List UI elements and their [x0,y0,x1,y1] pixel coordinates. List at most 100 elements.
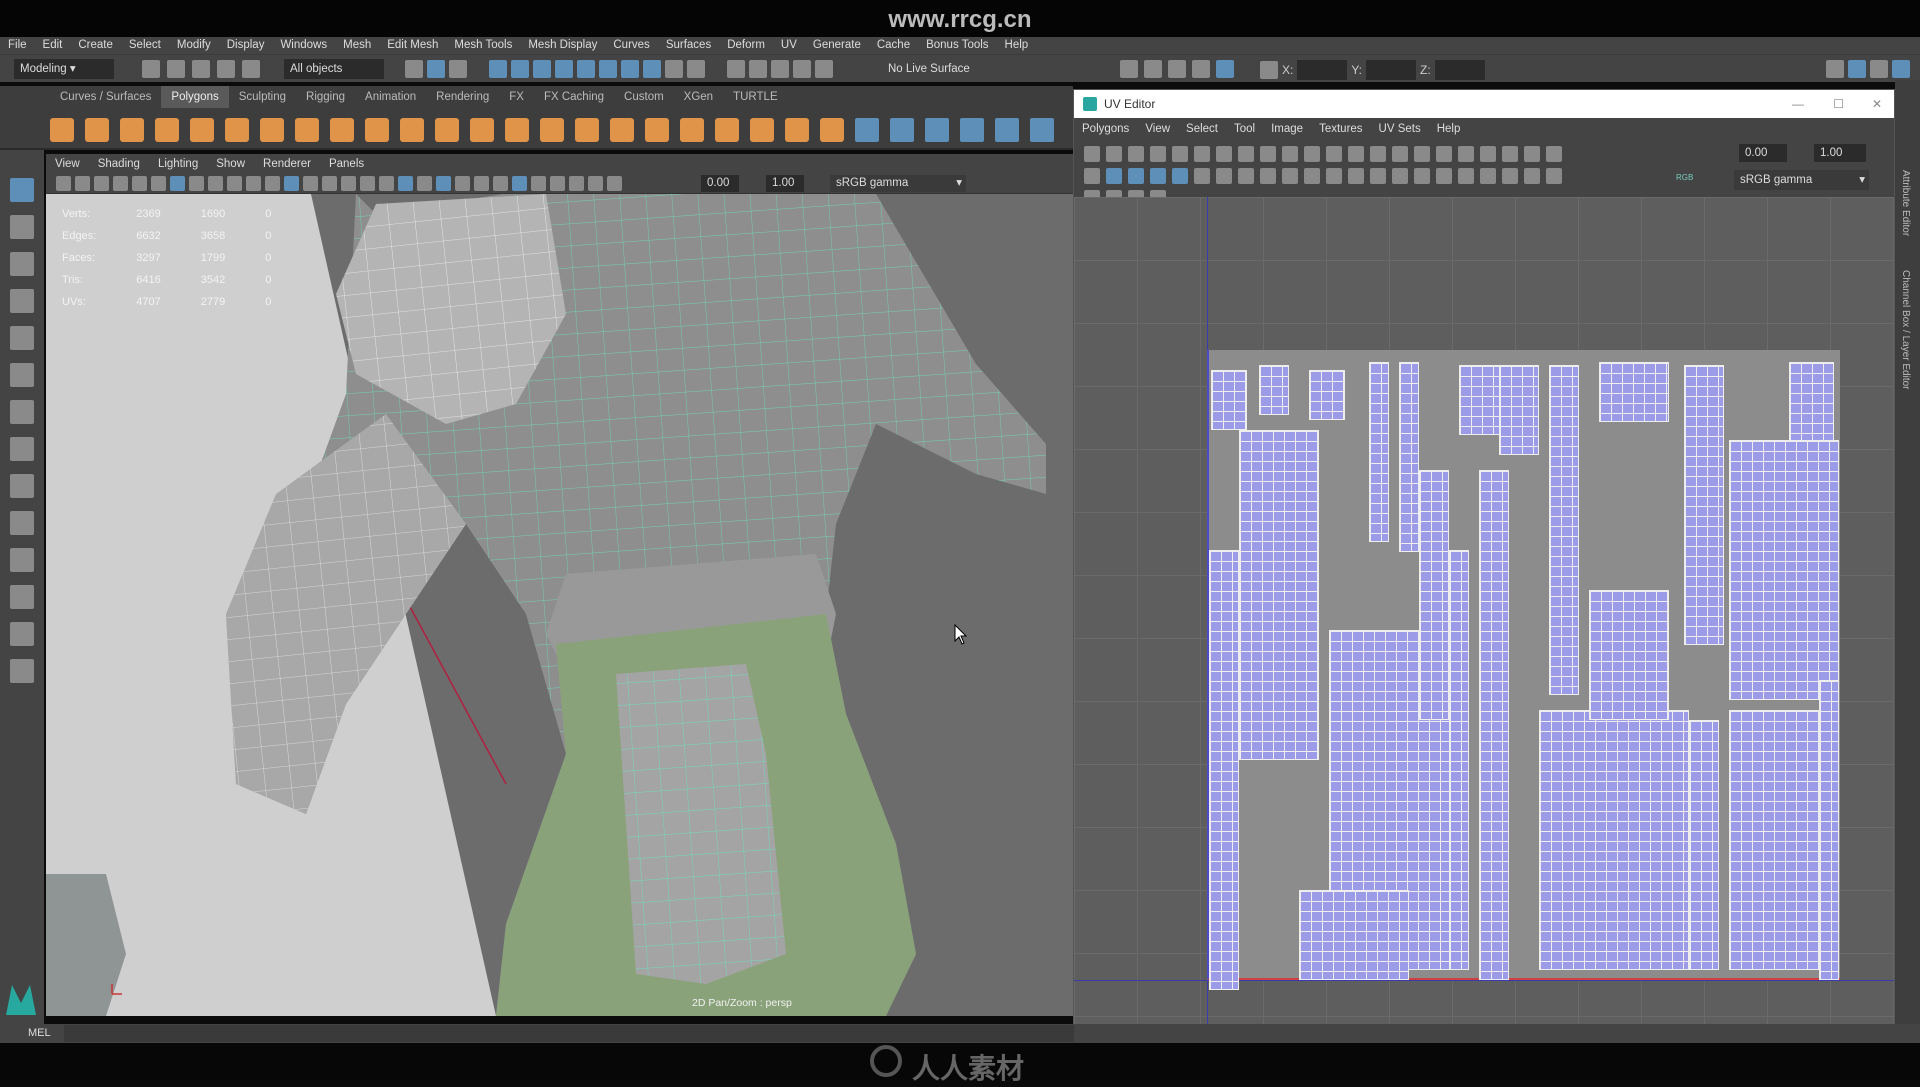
face-mask-icon[interactable] [533,60,551,78]
uv-tool-icon[interactable] [1106,146,1122,162]
menu-edit-mesh[interactable]: Edit Mesh [379,37,446,54]
menu-bonus-tools[interactable]: Bonus Tools [918,37,996,54]
menu-display[interactable]: Display [219,37,273,54]
uv-tool-icon[interactable] [1370,168,1386,184]
shelf-tab-curves-surfaces[interactable]: Curves / Surfaces [50,86,161,108]
uv-tool-icon[interactable] [1326,146,1342,162]
uv-shell[interactable] [1309,370,1345,420]
uv-shell[interactable] [1789,362,1834,442]
last-tool-icon[interactable] [10,400,34,424]
shelf-tool-icon[interactable] [995,118,1019,142]
select-object-icon[interactable] [427,60,445,78]
uv-mask-icon[interactable] [555,60,573,78]
minimize-button[interactable]: — [1792,90,1804,118]
shelf-tool-icon[interactable] [365,118,389,142]
menu-select[interactable]: Select [121,37,169,54]
misc-mask-icon[interactable] [643,60,661,78]
viewport-tool-icon[interactable] [474,176,489,191]
snap-surface-icon[interactable] [815,60,833,78]
shelf-tool-icon[interactable] [925,118,949,142]
viewport-tool-icon[interactable] [246,176,261,191]
uv-tool-icon[interactable] [1414,146,1430,162]
input-mode-icon[interactable] [1260,61,1278,79]
uv-menu-tool[interactable]: Tool [1226,120,1263,139]
graph-layout-icon[interactable] [10,585,34,609]
channel-box-tab[interactable]: Channel Box / Layer Editor [1900,270,1911,390]
viewport-tool-icon[interactable] [588,176,603,191]
uv-tool-icon[interactable] [1458,146,1474,162]
redo-icon[interactable] [242,60,260,78]
uv-shell[interactable] [1549,365,1579,695]
shelf-tool-icon[interactable] [750,118,774,142]
uv-tool-icon[interactable] [1546,168,1562,184]
uv-shell[interactable] [1211,370,1247,430]
viewport-tool-icon[interactable] [341,176,356,191]
shelf-tool-icon[interactable] [295,118,319,142]
shelf-tool-icon[interactable] [85,118,109,142]
attribute-editor-icon[interactable] [1848,60,1866,78]
viewport-tool-icon[interactable] [607,176,622,191]
shelf-tool-icon[interactable] [820,118,844,142]
modeling-toolkit-icon[interactable] [1826,60,1844,78]
menu-modify[interactable]: Modify [169,37,219,54]
uv-tool-icon[interactable] [1238,146,1254,162]
uv-menu-textures[interactable]: Textures [1311,120,1370,139]
menu-windows[interactable]: Windows [272,37,335,54]
uv-shell[interactable] [1449,550,1469,970]
shelf-tool-icon[interactable] [575,118,599,142]
shelf-tool-icon[interactable] [505,118,529,142]
single-view-icon[interactable] [10,437,34,461]
uv-tool-icon[interactable] [1392,146,1408,162]
shelf-tool-icon[interactable] [645,118,669,142]
uv-tool-icon[interactable] [1172,146,1188,162]
uv-tool-icon[interactable] [1392,168,1408,184]
uv-tool-icon[interactable] [1546,146,1562,162]
viewport-menu-renderer[interactable]: Renderer [254,154,320,174]
live-surface-field[interactable]: No Live Surface [888,59,970,79]
uv-shell[interactable] [1239,430,1319,760]
perspective-viewport[interactable]: Verts: 2369 1690 0 Edges: 6632 3658 0 Faces: 3297… [46,194,1073,1016]
uv-tool-icon[interactable] [1216,168,1232,184]
uv-menu-help[interactable]: Help [1429,120,1469,139]
viewport-tool-icon[interactable] [94,176,109,191]
snap-curve-icon[interactable] [749,60,767,78]
uv-tool-icon[interactable] [1194,146,1210,162]
lock-icon[interactable] [665,60,683,78]
select-component-icon[interactable] [449,60,467,78]
shelf-tab-custom[interactable]: Custom [614,86,674,108]
render-icon[interactable] [1120,60,1138,78]
menu-file[interactable]: File [0,37,35,54]
shelf-tool-icon[interactable] [610,118,634,142]
uv-shell[interactable] [1689,720,1719,970]
new-scene-icon[interactable] [142,60,160,78]
shelf-tool-icon[interactable] [960,118,984,142]
shelf-tool-icon[interactable] [680,118,704,142]
uv-tool-icon[interactable] [1326,168,1342,184]
move-tool-icon[interactable] [10,289,34,313]
uv-shell[interactable] [1819,680,1839,980]
uv-shell[interactable] [1589,590,1669,720]
shelf-tab-fx-caching[interactable]: FX Caching [534,86,614,108]
attribute-editor-tab[interactable]: Attribute Editor [1900,170,1911,236]
uv-menu-uv-sets[interactable]: UV Sets [1371,120,1429,139]
viewport-tool-icon[interactable] [322,176,337,191]
viewport-tool-icon[interactable] [75,176,90,191]
menu-mesh-tools[interactable]: Mesh Tools [446,37,520,54]
viewport-tool-icon[interactable] [569,176,584,191]
viewport-tool-icon[interactable] [417,176,432,191]
ipr-icon[interactable] [1168,60,1186,78]
uv-shell[interactable] [1419,470,1449,720]
uv-tool-icon[interactable] [1436,168,1452,184]
uv-menu-image[interactable]: Image [1263,120,1311,139]
viewport-tool-icon[interactable] [303,176,318,191]
menu-surfaces[interactable]: Surfaces [658,37,719,54]
selection-mask-dropdown[interactable]: All objects [284,59,384,79]
uv-tool-icon[interactable] [1414,168,1430,184]
viewport-tool-icon[interactable] [493,176,508,191]
uv-tool-icon[interactable] [1128,168,1144,184]
shelf-tab-polygons[interactable]: Polygons [161,86,229,108]
highlight-icon[interactable] [687,60,705,78]
paint-select-icon[interactable] [10,252,34,276]
shelf-tool-icon[interactable] [890,118,914,142]
select-hierarchy-icon[interactable] [405,60,423,78]
